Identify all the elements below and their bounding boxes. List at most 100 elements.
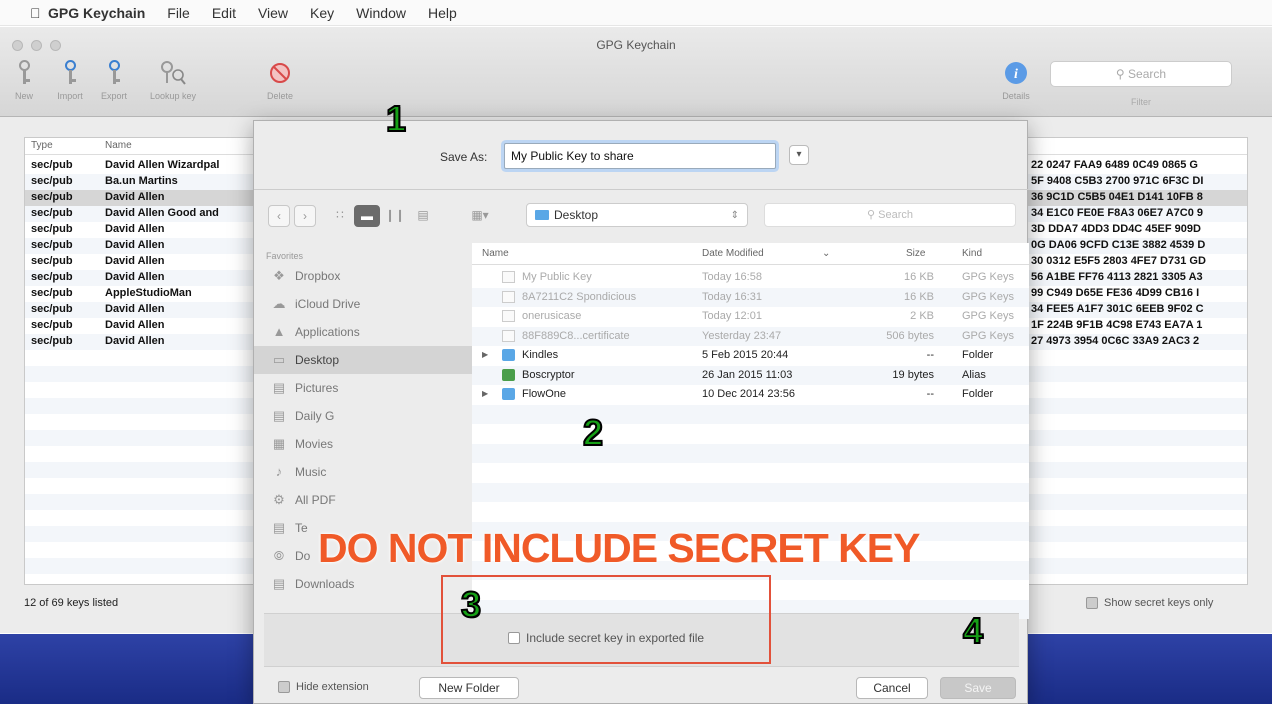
- location-popup[interactable]: Desktop ⇕: [526, 203, 748, 227]
- columns-icon: ❙❙: [384, 208, 406, 222]
- menu-app[interactable]: GPG Keychain: [48, 5, 145, 21]
- key-name: David Allen: [105, 303, 165, 315]
- file-row[interactable]: ▶ FlowOne 10 Dec 2014 23:56 -- Folder: [472, 385, 1029, 404]
- arrange-menu-button[interactable]: ▦▾: [462, 205, 498, 227]
- key-name: David Allen: [105, 239, 165, 251]
- sort-chevron-icon: ⌄: [822, 248, 831, 259]
- folder-icon: [502, 388, 515, 400]
- app-icon: [502, 368, 515, 381]
- key-fingerprint: 0G DA06 9CFD C13E 3882 4539 D: [1031, 239, 1206, 251]
- sidebar-item[interactable]: ▲ Applications: [254, 318, 472, 346]
- new-folder-button[interactable]: New Folder: [419, 677, 519, 699]
- key-export-icon: [100, 59, 128, 87]
- toolbar-export-button[interactable]: Export: [100, 59, 128, 101]
- disclosure-triangle-icon[interactable]: ▶: [482, 389, 488, 398]
- key-type: sec/pub: [31, 255, 73, 267]
- sidebar-item[interactable]: ❖ Dropbox: [254, 262, 472, 290]
- chevron-left-icon: ‹: [277, 209, 281, 223]
- toolbar-import-button[interactable]: Import: [56, 59, 84, 101]
- toolbar-lookup-button[interactable]: Lookup key: [150, 59, 196, 101]
- coverflow-view-button[interactable]: ▤: [410, 205, 436, 227]
- folder-icon: ▤: [272, 520, 286, 535]
- toolbar-details-button[interactable]: i Details: [1002, 59, 1030, 101]
- file-name: My Public Key: [522, 271, 592, 283]
- forward-button[interactable]: ›: [294, 205, 316, 227]
- sidebar-item[interactable]: ▤ Pictures: [254, 374, 472, 402]
- checkbox[interactable]: [1086, 597, 1098, 609]
- menu-bar:  GPG Keychain File Edit View Key Window…: [0, 0, 1272, 26]
- dialog-search-input[interactable]: ⚲ Search: [764, 203, 1016, 227]
- icon-view-button[interactable]: ∷: [328, 205, 352, 227]
- empty-row: [472, 424, 1029, 443]
- key-type: sec/pub: [31, 223, 73, 235]
- column-date-header[interactable]: Date Modified: [702, 248, 764, 259]
- empty-row: [472, 502, 1029, 521]
- search-input[interactable]: ⚲ Search: [1050, 61, 1232, 87]
- sidebar-item[interactable]: ▦ Movies: [254, 430, 472, 458]
- column-type-header[interactable]: Type: [31, 140, 53, 151]
- column-name-header[interactable]: Name: [482, 248, 509, 259]
- document-icon: [502, 271, 515, 283]
- key-type: sec/pub: [31, 319, 73, 331]
- file-list-header: Name Date Modified ⌄ Size Kind: [472, 243, 1029, 265]
- menu-file[interactable]: File: [167, 5, 190, 21]
- back-button[interactable]: ‹: [268, 205, 290, 227]
- chevron-down-icon: ▾: [796, 149, 802, 160]
- search-icon: ⚲: [867, 209, 876, 221]
- file-row: onerusicase Today 12:01 2 KB GPG Keys: [472, 307, 1029, 326]
- column-view-button[interactable]: ❙❙: [382, 205, 408, 227]
- key-fingerprint: 22 0247 FAA9 6489 0C49 0865 G: [1031, 159, 1198, 171]
- file-kind: GPG Keys: [962, 329, 1014, 342]
- key-name: David Allen Good and: [105, 207, 219, 219]
- step-1-label: 1: [385, 97, 407, 140]
- list-view-button[interactable]: ▬: [354, 205, 380, 227]
- folder-icon: ▤: [272, 576, 286, 591]
- key-fingerprint: 34 FEE5 A1F7 301C 6EEB 9F02 C: [1031, 303, 1204, 315]
- disclosure-triangle-icon[interactable]: ▶: [482, 350, 488, 359]
- download-icon: ⦾: [273, 548, 285, 563]
- file-row: My Public Key Today 16:58 16 KB GPG Keys: [472, 268, 1029, 287]
- apple-menu-icon[interactable]: : [30, 5, 48, 21]
- file-date: Today 12:01: [702, 310, 762, 322]
- cancel-button[interactable]: Cancel: [856, 677, 928, 699]
- toolbar-new-button[interactable]: New: [10, 59, 38, 101]
- column-kind-header[interactable]: Kind: [962, 248, 982, 259]
- show-secret-keys-checkbox[interactable]: Show secret keys only: [1086, 597, 1213, 609]
- key-fingerprint: 1F 224B 9F1B 4C98 E743 EA7A 1: [1031, 319, 1203, 331]
- column-size-header[interactable]: Size: [906, 248, 925, 259]
- file-date: Yesterday 23:47: [702, 329, 782, 342]
- save-as-input[interactable]: My Public Key to share: [504, 143, 776, 169]
- sidebar-item[interactable]: ▤ Daily G: [254, 402, 472, 430]
- menu-help[interactable]: Help: [428, 5, 457, 21]
- checkbox[interactable]: [278, 681, 290, 693]
- save-button[interactable]: Save: [940, 677, 1016, 699]
- sidebar-item[interactable]: ▭ Desktop: [254, 346, 472, 374]
- sidebar-item[interactable]: ▤ Downloads: [254, 570, 472, 598]
- key-fingerprint: 34 E1C0 FE0E F8A3 06E7 A7C0 9: [1031, 207, 1204, 219]
- cloud-icon: ☁: [272, 296, 286, 311]
- hide-extension-checkbox[interactable]: Hide extension: [278, 681, 369, 693]
- dropbox-icon: ❖: [273, 268, 285, 283]
- gear-icon: ⚙: [273, 492, 285, 507]
- lookup-key-icon: [159, 59, 187, 87]
- sidebar-item[interactable]: ♪ Music: [254, 458, 472, 486]
- file-row[interactable]: Boscryptor 26 Jan 2015 11:03 19 bytes Alias: [472, 365, 1029, 385]
- file-name: 8A7211C2 Spondicious: [522, 290, 637, 303]
- menu-window[interactable]: Window: [356, 5, 406, 21]
- menu-edit[interactable]: Edit: [212, 5, 236, 21]
- expand-dialog-button[interactable]: ▾: [789, 145, 809, 165]
- menu-key[interactable]: Key: [310, 5, 334, 21]
- menu-view[interactable]: View: [258, 5, 288, 21]
- key-fingerprint: 3D DDA7 4DD3 DD4C 45EF 909D: [1031, 223, 1201, 235]
- file-kind: GPG Keys: [962, 310, 1014, 322]
- key-fingerprint: 36 9C1D C5B5 04E1 D141 10FB 8: [1031, 191, 1203, 203]
- coverflow-icon: ▤: [417, 208, 429, 222]
- sidebar-item[interactable]: ⚙ All PDF: [254, 486, 472, 514]
- sidebar-item[interactable]: ☁ iCloud Drive: [254, 290, 472, 318]
- key-name: Ba.un Martins: [105, 175, 178, 187]
- toolbar-delete-button[interactable]: Delete: [266, 59, 294, 101]
- column-name-header[interactable]: Name: [105, 140, 132, 151]
- sidebar-item-label: Movies: [295, 437, 334, 451]
- key-type: sec/pub: [31, 207, 73, 219]
- file-row[interactable]: ▶ Kindles 5 Feb 2015 20:44 -- Folder: [472, 346, 1029, 365]
